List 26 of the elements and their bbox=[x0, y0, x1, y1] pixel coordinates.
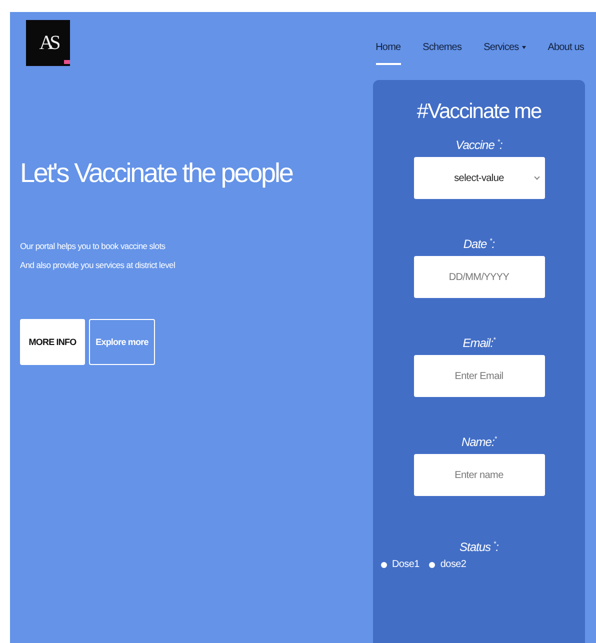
field-label: Date $^{*}$: bbox=[463, 237, 495, 251]
nav-link[interactable]: Services bbox=[484, 42, 526, 65]
form-title: #Vaccinate me bbox=[416, 100, 542, 124]
field-label: Vaccine $^{*}$: bbox=[456, 138, 502, 152]
input-field[interactable]: Enter name bbox=[414, 454, 544, 496]
explore-button[interactable]: Explore more bbox=[89, 319, 155, 365]
input-field[interactable]: DD/MM/YYYY bbox=[414, 256, 544, 298]
nav-link[interactable]: Schemes bbox=[422, 42, 462, 65]
badge-icon bbox=[64, 60, 70, 64]
hero-text: And also provide you services at district level bbox=[20, 260, 176, 270]
field-label: Name:$^{*}$ bbox=[461, 435, 497, 449]
input-field[interactable]: Enter Email bbox=[414, 355, 544, 397]
chevron-icon bbox=[534, 174, 540, 180]
more-info-button[interactable]: MORE INFO bbox=[20, 319, 85, 365]
nav-link[interactable]: Home bbox=[376, 42, 401, 65]
nav-link[interactable]: About us bbox=[548, 42, 584, 65]
logo[interactable]: AS bbox=[26, 20, 70, 66]
radio-button[interactable] bbox=[381, 562, 387, 568]
field-label: Email:$^{*}$ bbox=[462, 336, 496, 350]
select-field[interactable]: select-value bbox=[414, 157, 544, 199]
hero-title: Let's Vaccinate the people bbox=[20, 158, 292, 189]
field-label: Status $^{*}$: bbox=[458, 540, 500, 554]
radio-label: dose2 bbox=[440, 559, 466, 570]
hero-text: Our portal helps you to book vaccine slots bbox=[20, 241, 166, 251]
radio-button[interactable] bbox=[429, 562, 436, 568]
radio-label: Dose1 bbox=[392, 559, 420, 570]
